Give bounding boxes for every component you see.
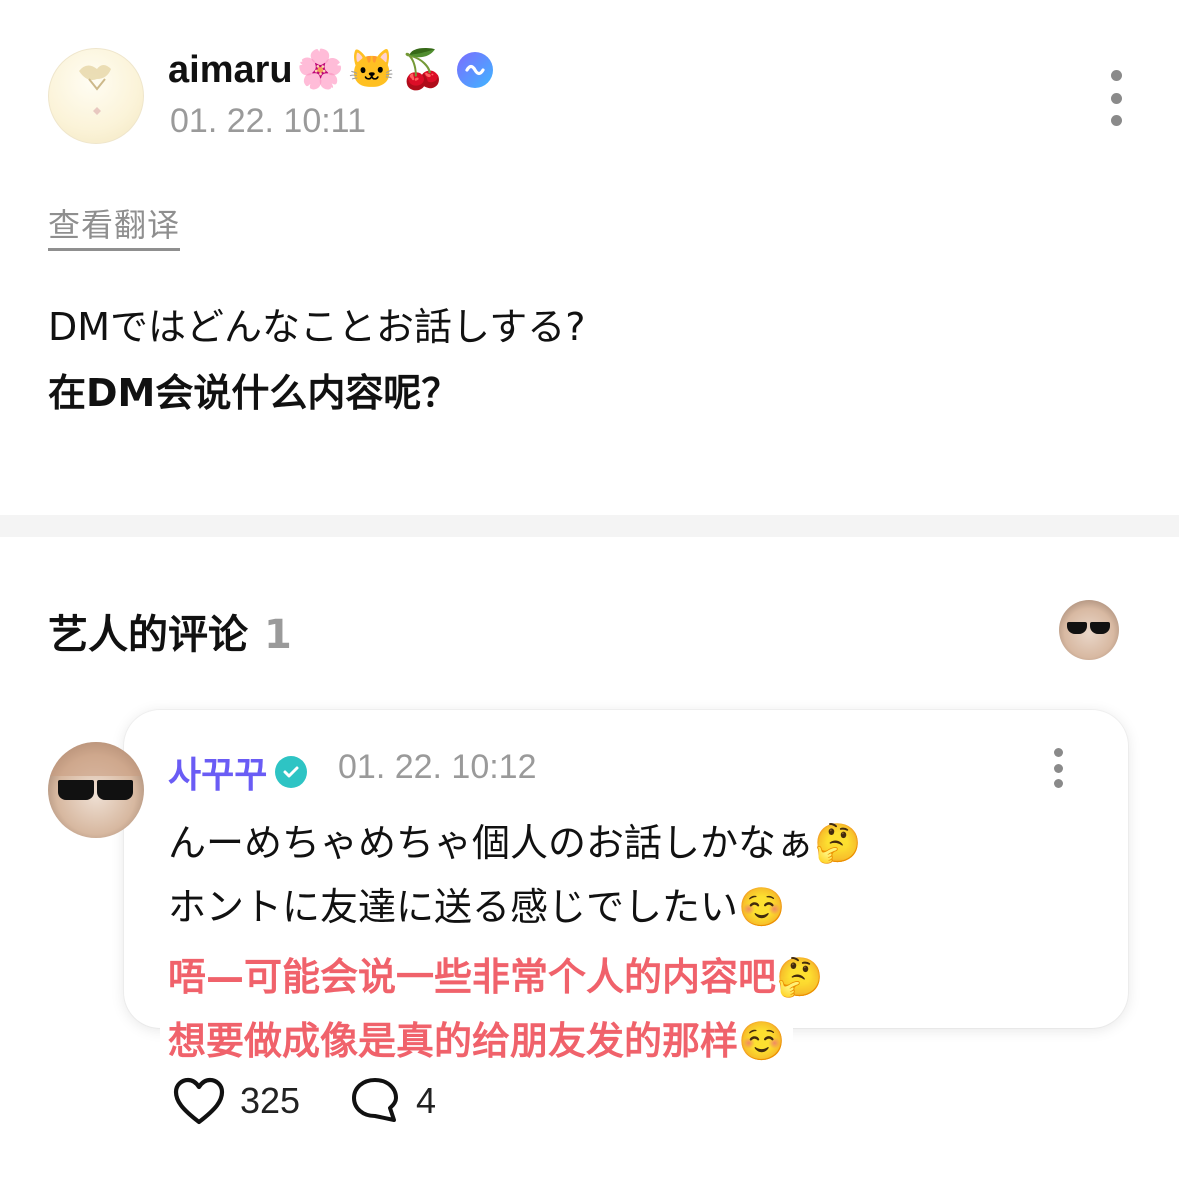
artist-comments-title: 艺人的评论 [48, 612, 248, 658]
artist-comments-count: 1 [264, 612, 292, 658]
like-count: 325 [240, 1080, 301, 1121]
artist-avatar-small[interactable] [1059, 600, 1119, 660]
section-divider [0, 515, 1179, 537]
sunglasses-icon [1067, 622, 1110, 634]
cherries-emoji: 🍒 [399, 49, 447, 91]
post-body-translation: 在DM会说什么内容呢？ [48, 371, 460, 415]
comment-translation-line-1: 唔—可能会说一些非常个人的内容吧🤔 [160, 944, 832, 1003]
cat-face-emoji: 🐱 [347, 49, 396, 91]
comment-text-line-2: ホントに友達に送る感じでしたい☺️ [168, 885, 786, 929]
artist-comments-header: 艺人的评论 1 [48, 602, 292, 660]
comment-more-icon[interactable] [1048, 748, 1068, 788]
verified-check-icon [275, 756, 308, 788]
comment-author-text: 사꾸꾸 [168, 755, 268, 796]
heart-outline-icon[interactable] [172, 1076, 226, 1126]
post-author-name[interactable]: aimaru 🌸 🐱 🍒 [168, 44, 493, 96]
avatar-illustration [79, 65, 111, 115]
cherry-blossom-emoji: 🌸 [296, 49, 344, 91]
post-more-icon[interactable] [1104, 70, 1128, 126]
comment-translation-line-2: 想要做成像是真的给朋友发的那样☺️ [160, 1008, 794, 1067]
post-timestamp: 01. 22. 10:11 [170, 102, 366, 140]
comment-author-name[interactable]: 사꾸꾸 [168, 746, 308, 798]
comment-timestamp: 01. 22. 10:12 [338, 748, 537, 786]
comment-author-avatar[interactable] [48, 742, 144, 838]
author-name-text: aimaru [168, 48, 293, 91]
view-translation-link[interactable]: 查看翻译 [48, 200, 181, 251]
weverse-verified-icon [456, 52, 493, 88]
reply-count: 4 [416, 1080, 437, 1121]
post-body-original: DMではどんなことお話しする? [48, 305, 586, 349]
post-author-avatar[interactable] [48, 48, 144, 144]
sunglasses-icon [58, 780, 133, 800]
speech-bubble-icon[interactable] [350, 1076, 400, 1124]
comment-text-line-1: んーめちゃめちゃ個人のお話しかなぁ🤔 [168, 821, 862, 865]
